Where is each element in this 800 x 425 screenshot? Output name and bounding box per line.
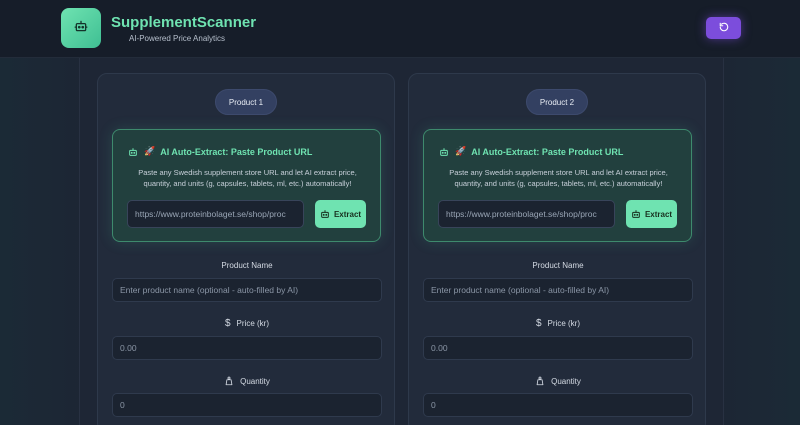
quantity-label-text: Quantity [551, 376, 581, 386]
robot-icon [128, 147, 138, 157]
quantity-label-text: Quantity [240, 376, 270, 386]
app-logo [61, 8, 101, 48]
extract-title-text: AI Auto-Extract: Paste Product URL [160, 146, 313, 157]
quantity-input[interactable] [423, 393, 693, 417]
refresh-icon [719, 19, 729, 37]
product-url-input[interactable] [438, 200, 615, 228]
ai-extract-panel: 🚀 AI Auto-Extract: Paste Product URL Pas… [112, 129, 381, 242]
product-card-2: Product 2 🚀 AI Auto-Extract: Paste Produ… [408, 73, 706, 425]
app-header: SupplementScanner AI-Powered Price Analy… [0, 0, 800, 58]
dollar-icon: $ [535, 318, 542, 329]
app-title: SupplementScanner [111, 14, 257, 31]
product-name-input[interactable] [423, 278, 693, 302]
extract-description: Paste any Swedish supplement store URL a… [449, 168, 668, 188]
rocket-icon: 🚀 [455, 146, 467, 156]
price-label-text: Price (kr) [547, 319, 580, 328]
price-label-text: Price (kr) [236, 319, 269, 328]
quantity-input[interactable] [112, 393, 382, 417]
quantity-label: Quantity [409, 376, 707, 386]
price-label: $ Price (kr) [409, 318, 707, 329]
app-subtitle: AI-Powered Price Analytics [129, 34, 226, 43]
rocket-icon: 🚀 [144, 146, 156, 156]
weight-icon [224, 376, 234, 386]
robot-icon [320, 209, 330, 219]
dollar-icon: $ [224, 318, 231, 329]
product-name-label: Product Name [532, 261, 584, 270]
product-name-label: Product Name [221, 261, 273, 270]
weight-icon [535, 376, 545, 386]
robot-icon [631, 209, 641, 219]
product-name-input[interactable] [112, 278, 382, 302]
quantity-label: Quantity [98, 376, 396, 386]
extract-button[interactable]: Extract [315, 200, 366, 228]
extract-title: 🚀 AI Auto-Extract: Paste Product URL [439, 146, 623, 157]
product-url-input[interactable] [127, 200, 304, 228]
extract-title: 🚀 AI Auto-Extract: Paste Product URL [128, 146, 312, 157]
ai-extract-panel: 🚀 AI Auto-Extract: Paste Product URL Pas… [423, 129, 692, 242]
product-2-tab[interactable]: Product 2 [526, 89, 588, 115]
product-1-tab[interactable]: Product 1 [215, 89, 277, 115]
price-input[interactable] [423, 336, 693, 360]
robot-icon [74, 19, 88, 38]
extract-button[interactable]: Extract [626, 200, 677, 228]
robot-icon [439, 147, 449, 157]
price-label: $ Price (kr) [98, 318, 396, 329]
extract-title-text: AI Auto-Extract: Paste Product URL [471, 146, 624, 157]
price-input[interactable] [112, 336, 382, 360]
product-card-1: Product 1 🚀 AI Auto-Extract: Paste Produ… [97, 73, 395, 425]
refresh-button[interactable] [706, 17, 741, 39]
extract-button-label: Extract [644, 209, 673, 219]
extract-description: Paste any Swedish supplement store URL a… [138, 168, 357, 188]
extract-button-label: Extract [333, 209, 362, 219]
